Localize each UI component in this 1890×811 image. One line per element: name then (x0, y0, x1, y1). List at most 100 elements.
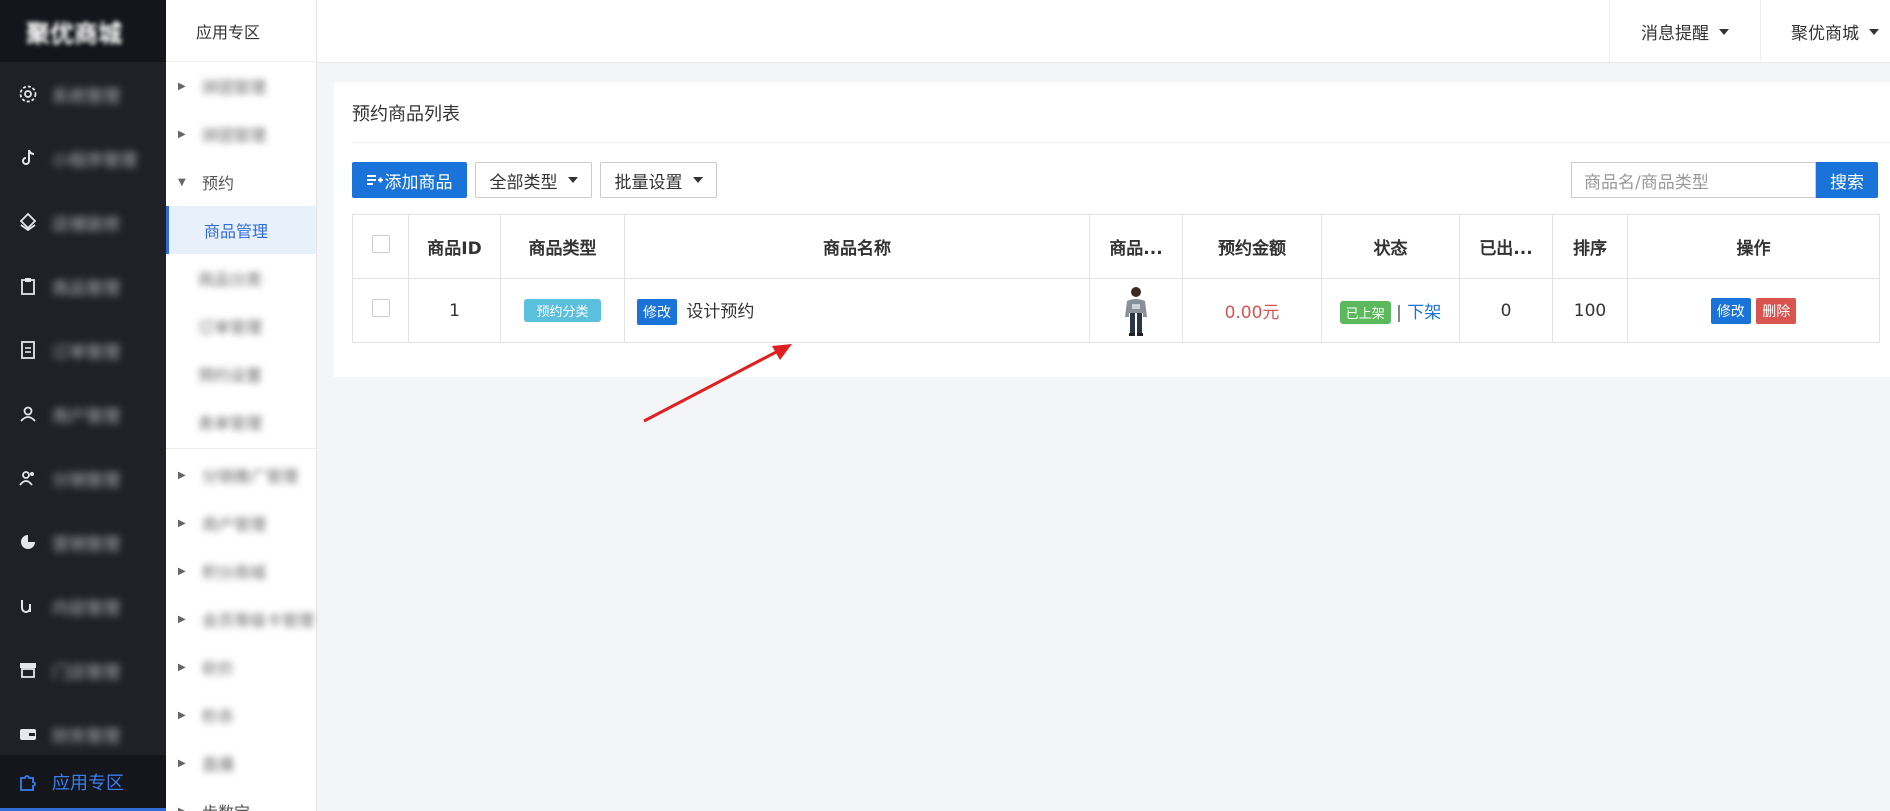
subnav-item-15[interactable]: ▶ 直播 (166, 739, 316, 787)
nav-item-7[interactable]: 分销管理 (0, 446, 166, 510)
nav-item-9[interactable]: 内容管理 (0, 574, 166, 638)
page-title: 预约商品列表 (352, 104, 460, 125)
puzzle-icon (16, 770, 40, 794)
edit-button[interactable]: 修改 (1710, 297, 1751, 324)
subnav-item-10[interactable]: ▶ 商户管理 (166, 499, 316, 547)
nav-item-label: 店铺装修 (52, 214, 120, 235)
nav-item-6[interactable]: 用户管理 (0, 382, 166, 446)
batch-settings-dropdown[interactable]: 批量设置 (600, 162, 717, 198)
top-header: 消息提醒 聚优商城 (317, 0, 1890, 63)
col-price[interactable]: 预约金额 (1182, 214, 1322, 279)
subnav-item-4[interactable]: 商品管理 (166, 206, 316, 254)
subnav-item-label: 商品管理 (204, 222, 269, 241)
nav-item-label: 小程序管理 (52, 150, 137, 171)
nav-item-2[interactable]: 小程序管理 (0, 126, 166, 190)
subnav-item-label: 商户管理 (202, 515, 267, 534)
layers-icon (16, 210, 40, 234)
content-card: 预约商品列表 添加商品 全部类型 批量设置 商品名/商品类型 搜索 商品ID 商… (334, 82, 1890, 377)
subnav-item-16[interactable]: ▶ 步数宝 (166, 787, 316, 811)
users-icon (16, 466, 40, 490)
type-filter-dropdown[interactable]: 全部类型 (475, 162, 592, 198)
type-badge: 预约分类 (524, 299, 601, 322)
clipboard-icon (16, 274, 40, 298)
subnav-item-8[interactable]: 表单管理 (166, 398, 316, 446)
product-table: 商品ID 商品类型 商品名称 商品... 预约金额 状态 已出... 排序 操作… (352, 214, 1880, 343)
col-name[interactable]: 商品名称 (624, 214, 1090, 279)
tiktok-icon (16, 146, 40, 170)
account-dropdown[interactable]: 聚优商城 (1760, 0, 1890, 63)
subnav-item-label: 砍价 (202, 659, 235, 678)
subnav-item-7[interactable]: 预约设置 (166, 350, 316, 398)
status-badge: 已上架 (1339, 300, 1391, 324)
main-nav: 聚优商城 系统管理小程序管理店铺装修商品管理订单管理用户管理分销管理营销管理 内容… (0, 0, 166, 811)
edit-name-button[interactable]: 修改 (637, 298, 677, 325)
subnav-item-6[interactable]: 订单管理 (166, 302, 316, 350)
search-button[interactable]: 搜索 (1816, 162, 1878, 198)
subnav-item-3[interactable]: ▼ 预约 (166, 158, 316, 206)
row-status-cell: 已上架 | 下架 (1321, 278, 1460, 343)
caret-right-icon: ▶ (178, 805, 186, 811)
subnav-item-label: 积分商城 (202, 563, 267, 582)
select-all-checkbox[interactable] (371, 235, 390, 253)
messages-dropdown[interactable]: 消息提醒 (1609, 0, 1760, 63)
unlist-link[interactable]: 下架 (1407, 303, 1441, 323)
row-type-cell: 预约分类 (500, 278, 625, 343)
col-image[interactable]: 商品... (1089, 214, 1183, 279)
col-status[interactable]: 状态 (1321, 214, 1460, 279)
add-product-button[interactable]: 添加商品 (352, 162, 467, 198)
subnav-item-14[interactable]: ▶ 秒杀 (166, 691, 316, 739)
add-product-label: 添加商品 (384, 172, 453, 193)
nav-item-label: 分销管理 (52, 470, 120, 491)
col-id[interactable]: 商品ID (408, 214, 501, 279)
subnav-item-12[interactable]: ▶ 会员等级卡管理 (166, 595, 316, 643)
select-all-cell[interactable] (352, 214, 409, 279)
nav-item-app-zone[interactable]: 应用专区 (0, 755, 166, 811)
nav-item-3[interactable]: 店铺装修 (0, 190, 166, 254)
subnav-item-5[interactable]: 商品分类 (166, 254, 316, 302)
subnav-item-11[interactable]: ▶ 积分商城 (166, 547, 316, 595)
delete-button[interactable]: 删除 (1756, 297, 1797, 324)
gear-icon (16, 82, 40, 106)
nav-item-5[interactable]: 订单管理 (0, 318, 166, 382)
nav-item-label: 商品管理 (52, 278, 120, 299)
divider (166, 448, 316, 449)
row-select-cell[interactable] (352, 278, 409, 343)
row-checkbox[interactable] (371, 299, 390, 317)
col-type[interactable]: 商品类型 (500, 214, 625, 279)
nav-item-4[interactable]: 商品管理 (0, 254, 166, 318)
logo[interactable]: 聚优商城 (0, 0, 166, 62)
table-header-row: 商品ID 商品类型 商品名称 商品... 预约金额 状态 已出... 排序 操作 (352, 214, 1880, 279)
nav-item-label: 应用专区 (52, 772, 124, 794)
type-filter-label: 全部类型 (489, 172, 558, 193)
nav-item-1[interactable]: 系统管理 (0, 62, 166, 126)
col-sort[interactable]: 排序 (1552, 214, 1628, 279)
nav-item-10[interactable]: 门店管理 (0, 638, 166, 702)
account-label: 聚优商城 (1791, 24, 1859, 44)
chevron-down-icon (692, 177, 703, 183)
subnav-item-2[interactable]: ▶ 拼团管理 (166, 110, 316, 158)
product-thumbnail[interactable] (1123, 285, 1149, 337)
subnav-item-9[interactable]: ▶ 分销推广管理 (166, 451, 316, 499)
caret-right-icon: ▶ (178, 613, 186, 625)
caret-right-icon: ▶ (178, 757, 186, 769)
status-separator: | (1396, 302, 1408, 323)
subnav-item-label: 预约 (202, 174, 235, 193)
subnav-item-label: 预约设置 (198, 366, 263, 385)
sub-nav: 应用专区 ▶ 拼团管理 ▶ 拼团管理 ▼ 预约 商品管理 商品分类 订单管理 预约设置 表单管理 ▶ 分… (166, 0, 317, 811)
search-input[interactable]: 商品名/商品类型 (1571, 162, 1816, 198)
caret-right-icon: ▶ (178, 517, 186, 529)
subnav-item-1[interactable]: ▶ 拼团管理 (166, 62, 316, 110)
subnav-item-13[interactable]: ▶ 砍价 (166, 643, 316, 691)
nav-item-8[interactable]: 营销管理 (0, 510, 166, 574)
nav-item-label: 系统管理 (52, 86, 120, 107)
row-sold: 0 (1459, 278, 1553, 343)
caret-right-icon: ▶ (178, 469, 186, 481)
nav-item-label: 订单管理 (52, 342, 120, 363)
caret-right-icon: ▶ (178, 565, 186, 577)
add-list-icon (366, 173, 383, 187)
row-sort: 100 (1552, 278, 1628, 343)
col-sold[interactable]: 已出... (1459, 214, 1553, 279)
row-id: 1 (408, 278, 501, 343)
document-icon (16, 338, 40, 362)
col-actions[interactable]: 操作 (1627, 214, 1880, 279)
